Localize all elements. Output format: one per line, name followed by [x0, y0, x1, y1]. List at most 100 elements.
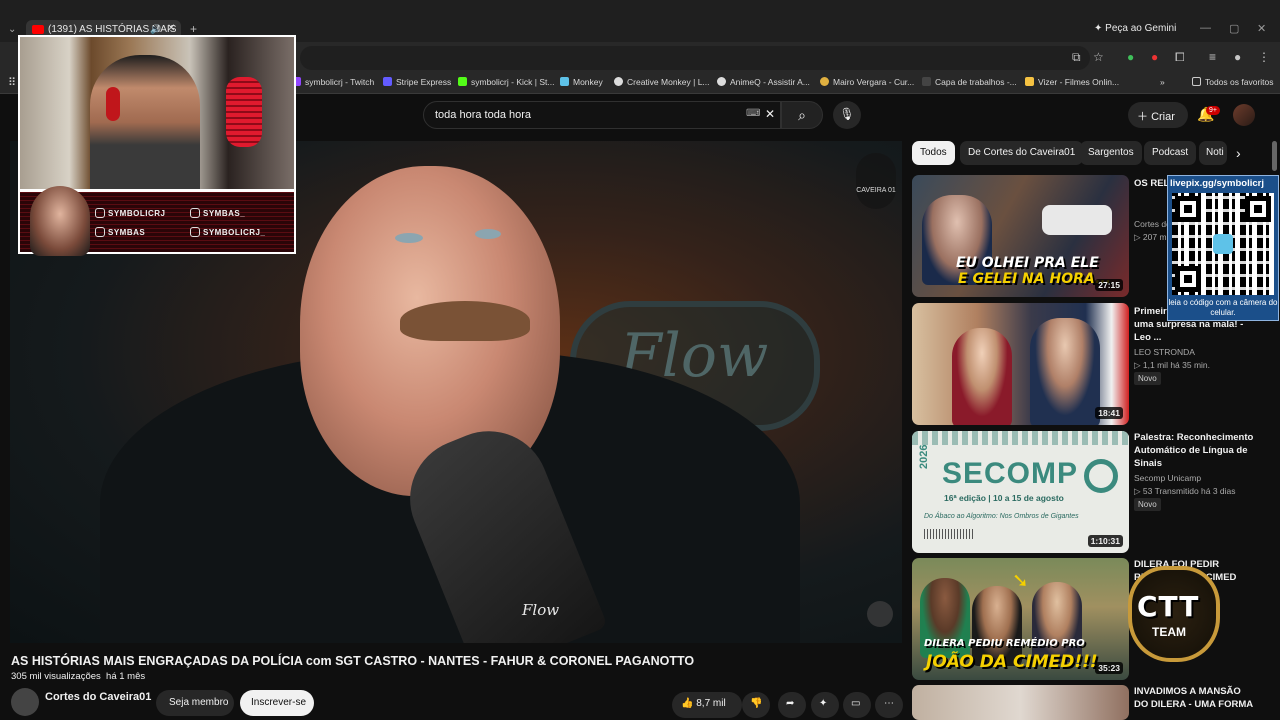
bookmark-label: Vizer - Filmes Onlin...	[1038, 77, 1120, 87]
save-button[interactable]: ▭	[843, 692, 871, 718]
thumbnail-caption: EU OLHEI PRA ELE	[956, 255, 1099, 271]
secomp-logo-icon	[1084, 459, 1118, 493]
window-close-icon[interactable]: ✕	[1257, 22, 1266, 35]
bookmarks-overflow-icon[interactable]: »	[1160, 77, 1165, 87]
thumbnail-tagline: Do Ábaco ao Algoritmo: Nos Ombros de Gig…	[924, 513, 1079, 520]
qr-finder	[1175, 266, 1201, 292]
channel-name[interactable]: Cortes do Caveira01	[45, 691, 151, 703]
speaker-icon[interactable]: 🔊	[150, 24, 161, 35]
clip-button[interactable]: ✦	[811, 692, 839, 718]
browser-menu-icon[interactable]: ⋮	[1258, 50, 1270, 64]
youtube-favicon-icon	[32, 25, 44, 34]
sidebar-scrollbar[interactable]	[1272, 141, 1277, 171]
recommendation-thumbnail[interactable]: 2026 SECOMP 16ª edição | 10 a 15 de agos…	[912, 431, 1129, 553]
recommendation-thumbnail[interactable]: 18:41	[912, 303, 1129, 425]
more-icon: ⋯	[884, 698, 894, 709]
all-favorites-label: Todos os favoritos	[1205, 77, 1274, 87]
chip-all[interactable]: Todos	[912, 141, 955, 165]
bookmark-item[interactable]: Capa de trabalhos -...	[922, 77, 1017, 87]
social-instagram: SYMBOLICRJ_	[190, 227, 265, 237]
clear-search-icon[interactable]: ✕	[765, 107, 775, 121]
kick-icon	[458, 77, 467, 86]
tab-list-chevron-icon[interactable]: ⌄	[8, 24, 16, 35]
dislike-button[interactable]: 👎	[742, 692, 770, 718]
chevron-right-icon[interactable]: ›	[1236, 145, 1241, 161]
chip-sargentos[interactable]: Sargentos	[1080, 141, 1142, 165]
channel-watermark: CAVEIRA 01	[856, 153, 896, 209]
social-youtube: SYMBAS	[95, 227, 145, 237]
bookmark-label: Monkey	[573, 77, 603, 87]
address-bar[interactable]	[300, 46, 1090, 70]
like-button[interactable]: 👍 8,7 mil	[672, 692, 742, 718]
bookmark-item[interactable]: Mairo Vergara - Cur...	[820, 77, 914, 87]
gemini-button[interactable]: ✦ Peça ao Gemini	[1094, 23, 1176, 34]
tab-search-icon[interactable]: ≡	[1209, 50, 1216, 64]
recommendation-channel[interactable]: Cortes do	[1134, 219, 1171, 229]
video-title: AS HISTÓRIAS MAIS ENGRAÇADAS DA POLÍCIA …	[11, 654, 695, 668]
bookmark-item[interactable]: Stripe Express	[383, 77, 451, 87]
minimize-icon[interactable]: —	[1200, 22, 1211, 34]
search-input[interactable]: toda hora toda hora ⌨ ✕	[423, 101, 781, 129]
apps-grid-icon[interactable]: ⠿	[8, 76, 16, 89]
subscribe-button[interactable]: Inscrever-se	[240, 690, 314, 716]
extension-green-icon[interactable]: ●	[1127, 50, 1134, 64]
share-button[interactable]: ➦	[778, 692, 806, 718]
recommendation-thumbnail[interactable]	[912, 685, 1129, 720]
thumbs-down-icon: 👎	[750, 698, 763, 709]
bookmark-star-icon[interactable]: ☆	[1093, 50, 1104, 64]
recommendation-channel[interactable]: LEO STRONDA	[1134, 347, 1195, 357]
new-tab-icon[interactable]: +	[190, 22, 197, 36]
create-label: Criar	[1151, 111, 1175, 123]
voice-search-button[interactable]: 🎙	[833, 101, 861, 129]
podcast-icon: ▷	[1134, 360, 1141, 370]
social-tiktok: SYMBAS_	[190, 208, 245, 218]
recommendation-thumbnail[interactable]: ➘ DILERA PEDIU REMÉDIO PRO JOÃO DA CIMED…	[912, 558, 1129, 680]
microphone-icon: 🎙	[839, 107, 855, 121]
gemini-label: Peça ao Gemini	[1105, 23, 1177, 34]
bookmark-item[interactable]: Vizer - Filmes Onlin...	[1025, 77, 1119, 87]
chip-podcast[interactable]: Podcast	[1144, 141, 1197, 165]
qr-hint: leia o código com a câmera do celular.	[1168, 298, 1278, 317]
like-count: 8,7 mil	[696, 698, 726, 709]
profile-icon[interactable]: ●	[1234, 50, 1241, 64]
stripe-icon	[383, 77, 392, 86]
video-duration: 27:15	[1095, 279, 1123, 291]
stats-text: 207 m	[1142, 232, 1167, 242]
social-twitch: SYMBOLICRJ	[95, 208, 165, 218]
channel-avatar[interactable]	[11, 688, 39, 716]
recommendation-title[interactable]: INVADIMOS A MANSÃO DO DILERA - UMA FORMA	[1134, 685, 1254, 720]
recommendation-title[interactable]: Palestra: Reconhecimento Automático de L…	[1134, 431, 1254, 471]
ctt-team-text: TEAM	[1152, 625, 1186, 639]
bookmark-item[interactable]: Monkey	[560, 77, 603, 87]
join-button[interactable]: Seja membro	[156, 690, 234, 716]
recommendation-stats: ▷ 53 Transmitido há 3 dias	[1134, 486, 1236, 497]
bookmark-item[interactable]: AnimeQ - Assistir A...	[717, 77, 810, 87]
globe-icon	[614, 77, 623, 86]
bookmark-item[interactable]: symbolicrj - Kick | St...	[458, 77, 554, 87]
bookmark-label: Creative Monkey | L...	[627, 77, 710, 87]
qr-code-icon	[1172, 193, 1274, 295]
maximize-icon[interactable]: ▢	[1229, 22, 1239, 35]
recommendation-thumbnail[interactable]: EU OLHEI PRA ELE E GELEI NA HORA... 27:1…	[912, 175, 1129, 297]
thumbnail-dates: 16ª edição | 10 a 15 de agosto	[944, 493, 1064, 503]
red-headset	[106, 87, 120, 121]
recommendation-channel[interactable]: Secomp Unicamp	[1134, 473, 1201, 483]
upload-age: há 1 mês	[106, 671, 146, 682]
create-button[interactable]: ＋ Criar	[1128, 102, 1188, 128]
qr-finder	[1175, 196, 1201, 222]
bookmark-item[interactable]: Creative Monkey | L...	[614, 77, 710, 87]
extensions-puzzle-icon[interactable]: ⧠	[1175, 50, 1185, 65]
account-avatar[interactable]	[1233, 104, 1255, 126]
chip-noticias[interactable]: Noti	[1199, 141, 1227, 165]
tab-close-icon[interactable]: ✕	[167, 23, 175, 34]
chip-channel[interactable]: De Cortes do Caveira01	[960, 141, 1084, 165]
thumbnail-person	[952, 328, 1012, 425]
all-favorites-folder[interactable]: Todos os favoritos	[1192, 77, 1274, 87]
keyboard-icon[interactable]: ⌨	[746, 108, 760, 119]
install-app-icon[interactable]: ⧉	[1072, 50, 1081, 65]
search-button[interactable]: ⌕	[781, 101, 823, 129]
bookmark-item[interactable]: symbolicrj - Twitch	[292, 77, 374, 87]
instagram-icon	[190, 227, 200, 237]
more-actions-button[interactable]: ⋯	[875, 692, 903, 718]
extension-red-icon[interactable]: ●	[1151, 50, 1158, 64]
